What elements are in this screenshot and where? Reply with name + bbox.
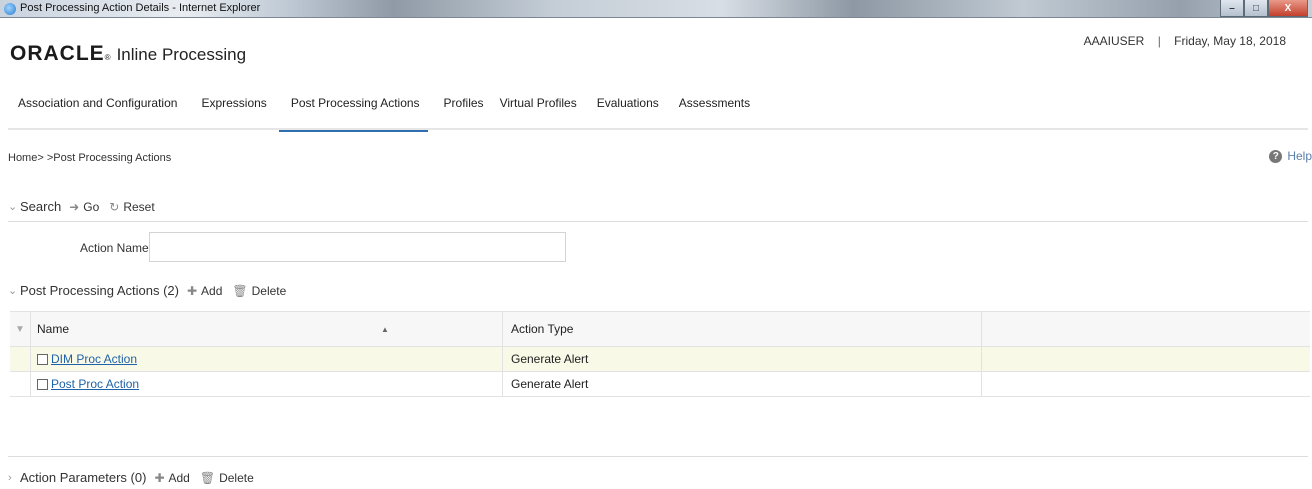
delete-action-button[interactable]: 🗑 Delete	[232, 284, 286, 298]
oracle-logo: ORACLE	[10, 42, 105, 65]
go-button[interactable]: ➜ Go	[69, 200, 99, 214]
delete-label: Delete	[251, 283, 287, 298]
tab-assessments[interactable]: Assessments	[669, 96, 760, 126]
row-gutter	[10, 372, 31, 396]
registered-mark: ®	[104, 53, 111, 62]
row-action-type: Generate Alert	[503, 372, 982, 396]
close-button[interactable]: X	[1268, 0, 1308, 17]
user-name: AAAIUSER	[1083, 34, 1145, 48]
reset-label: Reset	[123, 199, 155, 214]
user-info-separator: |	[1157, 34, 1161, 48]
app-header: ORACLE ® Inline Processing AAAIUSER | Fr…	[0, 18, 1312, 78]
action-name-input[interactable]	[149, 232, 566, 262]
table-row[interactable]: DIM Proc Action Generate Alert	[10, 347, 1310, 372]
column-header-name[interactable]: Name ▲	[31, 312, 503, 346]
window-titlebar: Post Processing Action Details - Interne…	[0, 0, 1312, 18]
go-label: Go	[83, 199, 100, 214]
add-label: Add	[201, 283, 223, 298]
app-name: Inline Processing	[116, 45, 247, 64]
add-label: Add	[168, 470, 190, 485]
tab-profiles[interactable]: Profiles	[430, 96, 494, 126]
tab-post-processing-actions[interactable]: Post Processing Actions	[277, 96, 430, 132]
add-action-button[interactable]: ✚ Add	[187, 284, 222, 298]
tab-association-and-configuration[interactable]: Association and Configuration	[8, 96, 187, 126]
delete-label: Delete	[219, 470, 254, 485]
search-divider	[8, 221, 1308, 222]
table-header-row: ▼ Name ▲ Action Type	[10, 311, 1310, 347]
row-action-type: Generate Alert	[503, 347, 982, 371]
window-title: Post Processing Action Details - Interne…	[20, 2, 261, 14]
row-gutter	[10, 347, 31, 371]
row-name-cell: DIM Proc Action	[31, 347, 503, 371]
row-empty-cell	[982, 347, 1310, 371]
actions-section-title: Post Processing Actions (2)	[20, 283, 179, 298]
help-link[interactable]: ? Help	[1269, 149, 1312, 163]
row-name-link[interactable]: Post Proc Action	[51, 377, 139, 391]
chevron-down-icon[interactable]: ⌄	[8, 200, 20, 213]
tab-expressions[interactable]: Expressions	[187, 96, 276, 126]
tabs-divider	[8, 128, 1308, 130]
chevron-down-icon[interactable]: ⌄	[8, 284, 20, 297]
sort-ascending-icon[interactable]: ▲	[381, 325, 389, 334]
params-divider	[8, 456, 1308, 457]
search-title: Search	[20, 199, 62, 214]
column-chooser-icon[interactable]: ▼	[10, 312, 31, 346]
trash-icon: 🗑	[199, 470, 216, 485]
add-parameter-button[interactable]: ✚ Add	[154, 471, 189, 485]
minimize-button[interactable]: –	[1220, 0, 1244, 17]
action-name-label: Action Name	[80, 241, 149, 255]
tab-evaluations[interactable]: Evaluations	[587, 96, 669, 126]
delete-parameter-button[interactable]: 🗑 Delete	[200, 471, 254, 485]
user-info: AAAIUSER | Friday, May 18, 2018	[1084, 34, 1286, 48]
plus-icon: ✚	[154, 470, 165, 485]
row-checkbox[interactable]	[37, 353, 48, 365]
brand-logo: ORACLE ® Inline Processing	[10, 42, 246, 66]
search-section-header: ⌄ Search ➜ Go ↻ Reset	[8, 199, 165, 214]
maximize-button[interactable]: □	[1244, 0, 1268, 17]
actions-section-header: ⌄ Post Processing Actions (2) ✚ Add 🗑 De…	[8, 283, 296, 298]
tab-virtual-profiles[interactable]: Virtual Profiles	[494, 96, 587, 126]
params-section-title: Action Parameters (0)	[20, 470, 147, 485]
row-name-link[interactable]: DIM Proc Action	[51, 352, 137, 366]
main-tabs: Association and Configuration Expression…	[8, 96, 760, 132]
window-controls: – □ X	[1220, 0, 1308, 17]
help-label: Help	[1287, 149, 1312, 163]
internet-explorer-icon	[4, 3, 16, 15]
reset-icon: ↻	[109, 199, 120, 214]
arrow-right-icon: ➜	[69, 199, 80, 214]
column-name-label: Name	[37, 322, 70, 336]
params-section-header: › Action Parameters (0) ✚ Add 🗑 Delete	[8, 470, 264, 485]
chevron-right-icon[interactable]: ›	[8, 472, 20, 484]
reset-button[interactable]: ↻ Reset	[109, 200, 154, 214]
row-checkbox[interactable]	[37, 378, 48, 390]
plus-icon: ✚	[186, 283, 198, 298]
actions-table: ▼ Name ▲ Action Type DIM Proc Action Gen…	[10, 311, 1310, 397]
trash-icon: 🗑	[232, 283, 248, 298]
row-empty-cell	[982, 372, 1310, 396]
row-name-cell: Post Proc Action	[31, 372, 503, 396]
breadcrumb[interactable]: Home> >Post Processing Actions	[8, 152, 171, 164]
current-date: Friday, May 18, 2018	[1174, 34, 1286, 48]
help-icon: ?	[1269, 149, 1283, 163]
table-row[interactable]: Post Proc Action Generate Alert	[10, 372, 1310, 397]
column-header-action-type[interactable]: Action Type	[503, 312, 982, 346]
column-header-empty	[982, 312, 1310, 346]
